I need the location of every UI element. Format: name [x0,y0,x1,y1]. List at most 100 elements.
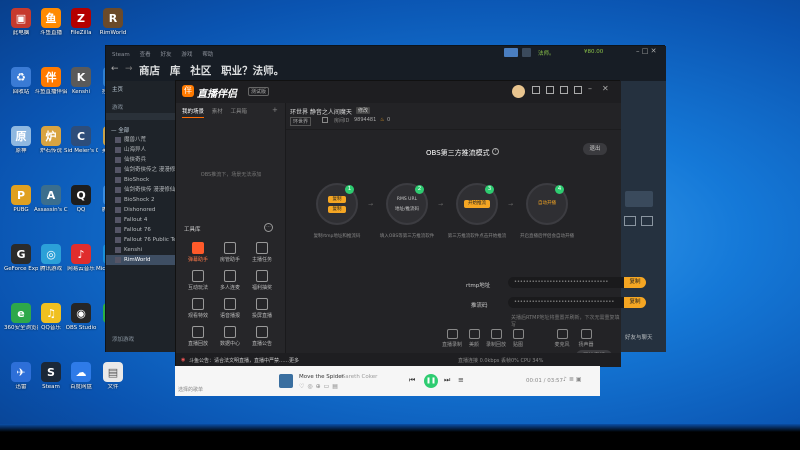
desktop-shortcut[interactable]: Q QQ [64,185,98,214]
close-icon[interactable]: ✕ [602,84,609,93]
favorite-icon[interactable] [641,216,653,226]
desktop-shortcut[interactable]: 鱼斗鱼直播 [34,8,68,37]
game-list-item[interactable]: 山海异人 [106,145,176,155]
desktop-shortcut[interactable]: K Kenshi [64,67,98,96]
nav-library[interactable]: 库 [170,65,181,77]
steam-user[interactable]: 法师。 [538,49,555,57]
stream-key-field[interactable]: •••••••••••••••••••••••••••••••••• [508,297,626,308]
home-label[interactable]: 主页 [112,85,123,93]
tool-item[interactable]: 投屏直播 [248,298,276,319]
games-label[interactable]: 游戏 [112,103,123,111]
tool-item[interactable]: 互动玩法 [184,270,212,291]
bottom-tool[interactable]: 扬声器 [572,329,600,348]
add-game-button[interactable]: 添加游戏 [112,335,134,343]
game-list-item[interactable]: BioShock [106,175,176,185]
tool-item[interactable]: 弹幕助手 [184,242,212,263]
game-list-item[interactable]: 仙侠奇兵 [106,155,176,165]
desktop-shortcut[interactable]: 炉炉石传说 [34,126,68,155]
tab-toolbox[interactable]: 工具箱 [231,109,248,115]
game-list-item[interactable]: Kenshi [106,245,176,255]
back-arrow-icon[interactable]: ← [111,64,119,74]
steam-menu-item[interactable]: 帮助 [202,52,213,58]
tool-item[interactable]: 观看特效 [184,298,212,319]
desktop-shortcut[interactable]: ▣ 此电脑 [4,8,38,37]
desktop-shortcut[interactable]: ◉ OBS Studio [64,303,98,332]
desktop-shortcut[interactable]: Z FileZilla [64,8,98,37]
steam-menu-item[interactable]: 查看 [140,52,151,58]
minimize-icon[interactable]: – [588,84,592,93]
game-list-item[interactable]: Fallout 4 [106,215,176,225]
game-list-item[interactable]: 魔兽八荒 [106,135,176,145]
more-icon[interactable]: ··· [264,223,273,232]
nav-profile[interactable]: 职业？法师。 [221,65,284,77]
desktop-shortcut[interactable]: 伴斗鱼直播伴侣 [34,67,68,96]
game-list-item[interactable]: 仙剑奇侠传之 漫漫修仙 [106,165,176,175]
desktop-shortcut[interactable]: ◎ 腾讯游戏 [34,244,68,273]
room-category[interactable]: 环世界 [290,117,312,126]
tool-item[interactable]: 主播任务 [248,242,276,263]
game-list-item[interactable]: 仙剑奇侠传 漫漫修仙 [106,185,176,195]
copy-rtmp-button[interactable]: 复制 [624,277,646,288]
album-cover[interactable] [279,374,293,388]
message-icon[interactable] [532,86,540,94]
friends-chat-button[interactable]: 好友与聊天 [625,335,663,342]
playlist-icon[interactable]: ≡ [458,376,464,384]
tool-item[interactable]: 房管助手 [216,242,244,263]
desktop-shortcut[interactable]: ▤ 文件 [96,362,130,391]
bag-icon[interactable] [560,86,568,94]
forward-arrow-icon[interactable]: → [125,64,133,74]
desktop-shortcut[interactable]: C Sid Meier's Civilization [64,126,98,155]
exit-obs-button[interactable]: 退出 [583,143,607,155]
desktop-shortcut[interactable]: ☁ 百度网盘 [64,362,98,391]
rtmp-field[interactable]: •••••••••••••••••••••••••••••••• [508,277,626,288]
settings-icon[interactable] [624,216,636,226]
nav-community[interactable]: 社区 [190,65,211,77]
search-box[interactable] [106,113,176,120]
song-actions[interactable]: ♡◎⊕▭▤ [299,383,341,390]
tool-item[interactable]: 福利抽奖 [248,270,276,291]
bottom-tool[interactable]: 贴图 [504,329,532,348]
room-badge[interactable]: 修改 [356,107,371,114]
prev-icon[interactable]: ⏮ [409,376,415,385]
desktop-shortcut[interactable]: R RimWorld [96,8,130,37]
game-list-item[interactable]: Dishonored [106,205,176,215]
desktop-shortcut[interactable]: e 360安全浏览器 [4,303,38,332]
tool-item[interactable]: 语音播报 [216,298,244,319]
broadcast-icon[interactable] [504,48,518,57]
tool-item[interactable]: 多人连麦 [216,270,244,291]
edit-icon[interactable] [322,117,328,123]
steam-menu-item[interactable]: 好友 [161,52,172,58]
desktop-shortcut[interactable]: ♫ QQ音乐 [34,303,68,332]
pause-button[interactable]: ❚❚ [424,374,438,388]
game-list-item[interactable]: RimWorld [106,255,176,265]
tool-item[interactable]: 数据中心 [216,326,244,347]
tool-item[interactable]: 直播回放 [184,326,212,347]
desktop-shortcut[interactable]: ✈ 迅雷 [4,362,38,391]
menu-icon[interactable] [574,86,582,94]
tab-scenes[interactable]: 我的场景 [182,109,204,115]
tool-item[interactable]: 直播公告 [248,326,276,347]
desktop-shortcut[interactable]: ♪ 网易云音乐 [64,244,98,273]
desktop-shortcut[interactable]: G GeForce Experience [4,244,38,273]
game-list-item[interactable]: Fallout 76 Public Test [106,235,176,245]
notification-icon[interactable] [522,48,531,57]
desktop-shortcut[interactable]: S Steam [34,362,68,391]
gift-icon[interactable] [546,86,554,94]
nav-store[interactable]: 商店 [139,65,160,77]
steam-menu-item[interactable]: Steam [112,52,130,58]
desktop-shortcut[interactable]: A Assassin's Creed [34,185,68,214]
avatar[interactable] [512,85,525,98]
desktop-shortcut[interactable]: P PUBG [4,185,38,214]
notice-text[interactable]: 斗鱼公告：请合法文明直播，直播中严禁……更多 [189,357,299,364]
copy-stream-key-button[interactable]: 复制 [624,297,646,308]
steam-menu-item[interactable]: 游戏 [181,52,192,58]
desktop-shortcut[interactable]: ♻ 回收站 [4,67,38,96]
desktop-shortcut[interactable]: 原原神 [4,126,38,155]
help-icon[interactable]: ? [492,148,499,155]
next-icon[interactable]: ⏭ [444,376,450,385]
game-list-item[interactable]: Fallout 76 [106,225,176,235]
music-extra-icons[interactable]: ♪≣▣ [563,376,584,383]
tab-materials[interactable]: 素材 [212,109,223,115]
window-controls[interactable]: – □ ✕ [636,47,656,55]
add-scene-icon[interactable]: + [272,106,278,114]
